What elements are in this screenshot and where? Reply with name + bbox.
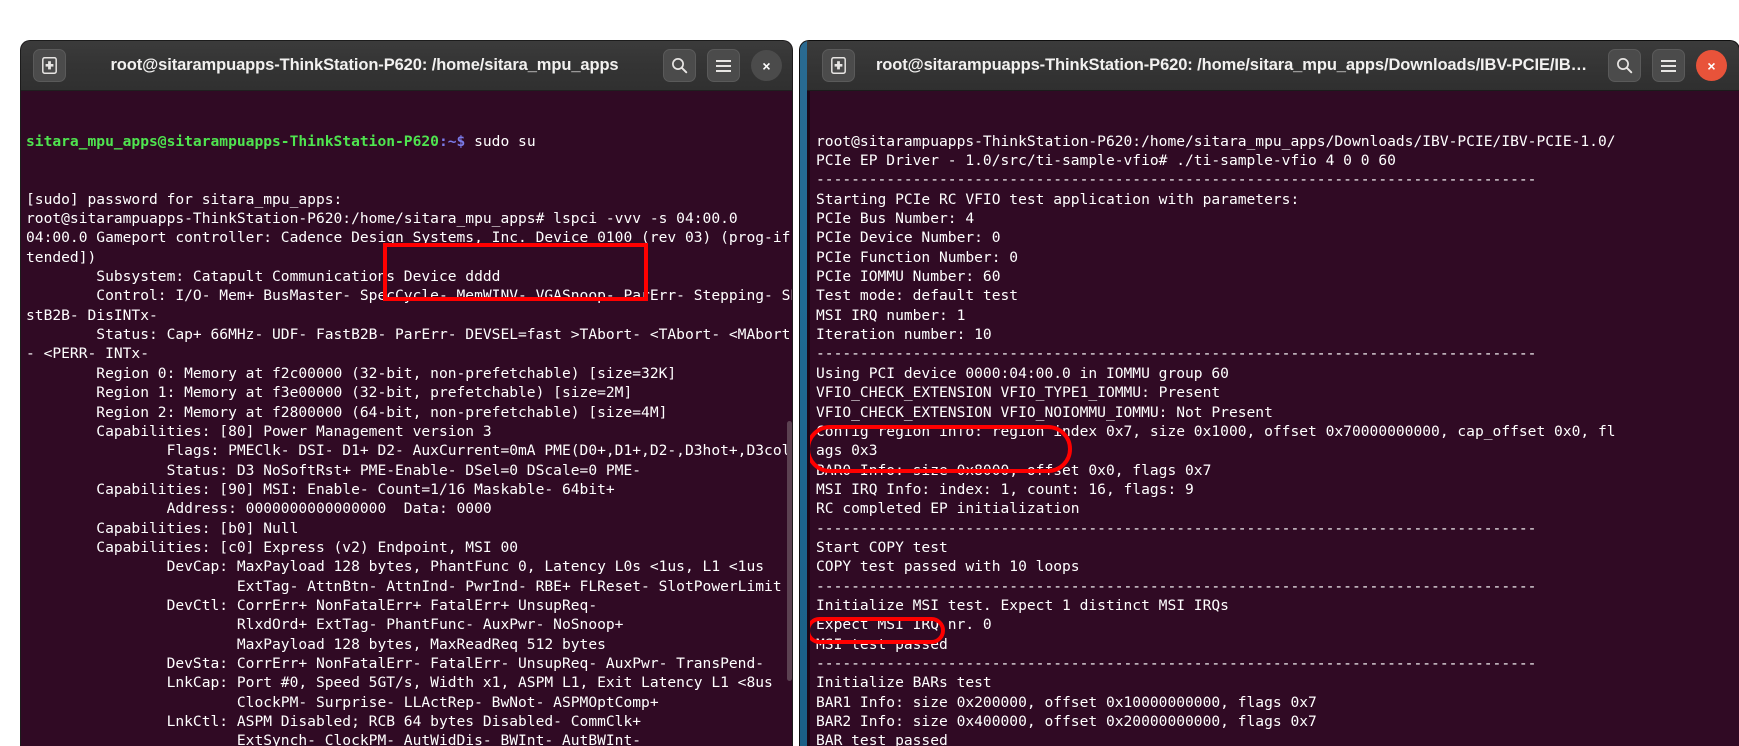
terminal-line: Control: I/O- Mem+ BusMaster- SpecCycle-… [26, 287, 792, 305]
terminal-window-right[interactable]: root@sitarampuapps-ThinkStation-P620: /h… [800, 41, 1739, 746]
hamburger-lines [1661, 59, 1676, 72]
close-icon[interactable]: × [751, 50, 782, 81]
terminal-line: RlxdOrd+ ExtTag- PhantFunc- AuxPwr- NoSn… [26, 616, 624, 634]
scrollbar-left[interactable] [787, 421, 792, 681]
terminal-line: VFIO_CHECK_EXTENSION VFIO_NOIOMMU_IOMMU:… [816, 403, 1273, 421]
search-icon[interactable] [1608, 49, 1641, 82]
prompt-user: sitara_mpu_apps@sitarampuapps-ThinkStati… [26, 132, 439, 150]
screenshot-root: root@sitarampuapps-ThinkStation-P620: /h… [0, 0, 1739, 746]
terminal-line: Starting PCIe RC VFIO test application w… [816, 190, 1300, 208]
terminal-line: MaxPayload 128 bytes, MaxReadReq 512 byt… [26, 635, 606, 653]
terminal-line: Status: D3 NoSoftRst+ PME-Enable- DSel=0… [26, 461, 642, 479]
terminal-line: ags 0x3 [816, 442, 878, 460]
prompt-command: sudo su [465, 132, 536, 150]
window-title-left: root@sitarampuapps-ThinkStation-P620: /h… [110, 56, 619, 74]
terminal-line: ----------------------------------------… [816, 345, 1537, 363]
terminal-line: Config region info: region index 0x7, si… [816, 422, 1616, 440]
terminal-line: [sudo] password for sitara_mpu_apps: [26, 190, 343, 208]
terminal-line: root@sitarampuapps-ThinkStation-P620:/ho… [816, 132, 1616, 150]
terminal-line: ----------------------------------------… [816, 577, 1537, 595]
terminal-line: PCIe Device Number: 0 [816, 229, 1001, 247]
terminal-line: PCIe EP Driver - 1.0/src/ti-sample-vfio#… [816, 152, 1396, 170]
terminal-line: Flags: PMEClk- DSI- D1+ D2- AuxCurrent=0… [26, 442, 792, 460]
terminal-line: MSI test passed [816, 635, 948, 653]
terminal-line: PCIe Function Number: 0 [816, 248, 1019, 266]
terminal-line: Region 0: Memory at f2c00000 (32-bit, no… [26, 364, 677, 382]
terminal-app-icon[interactable] [822, 49, 855, 82]
terminal-line: Capabilities: [80] Power Management vers… [26, 422, 492, 440]
terminal-line: Capabilities: [90] MSI: Enable- Count=1/… [26, 480, 615, 498]
terminal-line: MSI IRQ Info: index: 1, count: 16, flags… [816, 480, 1194, 498]
terminal-output-right[interactable]: root@sitarampuapps-ThinkStation-P620:/ho… [800, 91, 1739, 746]
terminal-line: DevCtl: CorrErr+ NonFatalErr+ FatalErr+ … [26, 596, 598, 614]
terminal-line: RC completed EP initialization [816, 500, 1080, 518]
terminal-line: PCIe IOMMU Number: 60 [816, 268, 1001, 286]
terminal-line: - <PERR- INTx- [26, 345, 150, 363]
close-icon[interactable]: × [1696, 50, 1727, 81]
titlebar-buttons-right: × [1608, 49, 1727, 82]
terminal-line: 04:00.0 Gameport controller: Cadence Des… [26, 229, 792, 247]
terminal-line: Using PCI device 0000:04:00.0 in IOMMU g… [816, 364, 1229, 382]
terminal-window-left[interactable]: root@sitarampuapps-ThinkStation-P620: /h… [21, 41, 792, 746]
hamburger-menu-icon[interactable] [707, 49, 740, 82]
titlebar-right[interactable]: root@sitarampuapps-ThinkStation-P620: /h… [800, 41, 1739, 91]
terminal-line: ----------------------------------------… [816, 654, 1537, 672]
terminal-line: VFIO_CHECK_EXTENSION VFIO_TYPE1_IOMMU: P… [816, 384, 1221, 402]
terminal-line: PCIe Bus Number: 4 [816, 210, 975, 228]
terminal-line: DevSta: CorrErr+ NonFatalErr- FatalErr- … [26, 654, 765, 672]
terminal-line: ----------------------------------------… [816, 171, 1537, 189]
terminal-line: Start COPY test [816, 538, 948, 556]
titlebar-buttons-left: × [663, 49, 782, 82]
terminal-line: LnkCtl: ASPM Disabled; RCB 64 bytes Disa… [26, 713, 642, 730]
terminal-line: DevCap: MaxPayload 128 bytes, PhantFunc … [26, 558, 765, 576]
terminal-line: Region 1: Memory at f3e00000 (32-bit, pr… [26, 384, 633, 402]
terminal-line: Capabilities: [c0] Express (v2) Endpoint… [26, 538, 519, 556]
terminal-line: Initialize BARs test [816, 674, 992, 692]
terminal-line: ClockPM- Surprise- LLActRep- BwNot- ASPM… [26, 693, 659, 711]
hamburger-menu-icon[interactable] [1652, 49, 1685, 82]
hamburger-lines [716, 59, 731, 72]
window-title-right: root@sitarampuapps-ThinkStation-P620: /h… [875, 56, 1588, 74]
terminal-line-list-left: [sudo] password for sitara_mpu_apps:root… [26, 190, 792, 746]
terminal-line: ----------------------------------------… [816, 519, 1537, 537]
terminal-line: Status: Cap+ 66MHz- UDF- FastB2B- ParErr… [26, 326, 792, 344]
terminal-line: root@sitarampuapps-ThinkStation-P620:/ho… [26, 210, 738, 228]
terminal-line: Expect MSI IRQ nr. 0 [816, 616, 992, 634]
terminal-prompt-line: sitara_mpu_apps@sitarampuapps-ThinkStati… [26, 132, 792, 151]
terminal-line: ExtSynch- ClockPM- AutWidDis- BWInt- Aut… [26, 732, 642, 746]
prompt-path: :~$ [438, 132, 466, 150]
terminal-line: Iteration number: 10 [816, 326, 992, 344]
terminal-line: BAR1 Info: size 0x200000, offset 0x10000… [816, 693, 1317, 711]
terminal-line: Address: 0000000000000000 Data: 0000 [26, 500, 492, 518]
terminal-line: COPY test passed with 10 loops [816, 558, 1080, 576]
terminal-line: Capabilities: [b0] Null [26, 519, 299, 537]
titlebar-left[interactable]: root@sitarampuapps-ThinkStation-P620: /h… [21, 41, 792, 91]
search-icon[interactable] [663, 49, 696, 82]
terminal-line: Initialize MSI test. Expect 1 distinct M… [816, 596, 1229, 614]
terminal-line: stB2B- DisINTx- [26, 306, 158, 324]
terminal-output-left[interactable]: sitara_mpu_apps@sitarampuapps-ThinkStati… [21, 91, 792, 746]
terminal-line: BAR2 Info: size 0x400000, offset 0x20000… [816, 713, 1317, 730]
terminal-line: Subsystem: Catapult Communications Devic… [26, 268, 501, 286]
terminal-line-list-right: root@sitarampuapps-ThinkStation-P620:/ho… [816, 132, 1739, 746]
terminal-line: ExtTag- AttnBtn- AttnInd- PwrInd- RBE+ F… [26, 577, 792, 595]
terminal-line: BAR test passed [816, 732, 948, 746]
terminal-line: tended]) [26, 248, 97, 266]
terminal-line: LnkCap: Port #0, Speed 5GT/s, Width x1, … [26, 674, 773, 692]
terminal-app-icon[interactable] [33, 49, 66, 82]
terminal-line: Test mode: default test [816, 287, 1019, 305]
terminal-line: MSI IRQ number: 1 [816, 306, 966, 324]
terminal-line: Region 2: Memory at f2800000 (64-bit, no… [26, 403, 668, 421]
terminal-line: BAR0 Info: size 0x8000, offset 0x0, flag… [816, 461, 1212, 479]
